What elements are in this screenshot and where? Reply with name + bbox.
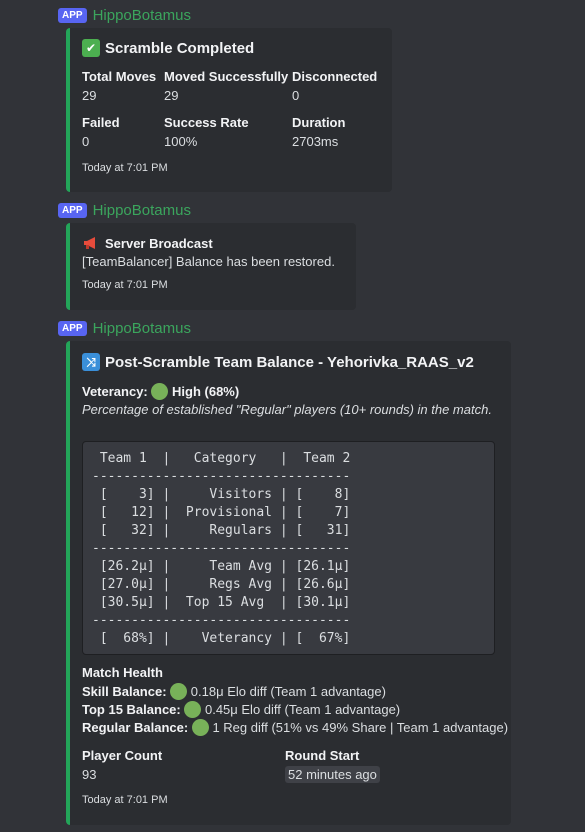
check-icon: ✔ [82, 39, 100, 57]
embed-title: Server Broadcast [82, 234, 213, 252]
field-value: 29 [82, 88, 97, 103]
field-disconnected: Disconnected 0 [292, 69, 377, 103]
embed-footer-timestamp: Today at 7:01 PM [82, 162, 168, 174]
message-header: APP HippoBotamus [58, 5, 191, 25]
field-name: Duration [292, 115, 346, 130]
health-value: 1 Reg diff (51% vs 49% Share | Team 1 ad… [212, 720, 509, 735]
app-badge: APP [58, 7, 87, 23]
code-line: Team 1 | Category | Team 2 [92, 451, 351, 466]
embed-footer-timestamp: Today at 7:01 PM [82, 279, 168, 291]
embed-description: [TeamBalancer] Balance has been restored… [82, 254, 335, 269]
code-line: [ 32] | Regulars | [ 31] [92, 523, 351, 538]
field-value: 93 [82, 767, 97, 782]
code-line: --------------------------------- [92, 469, 351, 484]
green-circle-icon [170, 683, 188, 700]
author-name[interactable]: HippoBotamus [93, 320, 191, 337]
field-value: 52 minutes ago [285, 766, 380, 783]
field-duration: Duration 2703ms [292, 115, 345, 149]
field-total-moves: Total Moves 29 [82, 69, 156, 103]
scramble-embed: ✔ Scramble Completed Total Moves 29 Move… [66, 28, 392, 192]
veterancy-line: Veterancy: High (68%) [82, 383, 239, 400]
health-label: Top 15 Balance: [82, 702, 181, 717]
field-name: Disconnected [292, 69, 378, 84]
app-badge: APP [58, 320, 87, 336]
code-line: [30.5μ] | Top 15 Avg | [30.1μ] [92, 595, 351, 610]
code-line: [ 68%] | Veterancy | [ 67%] [92, 631, 351, 646]
embed-title-text: Post-Scramble Team Balance - Yehorivka_R… [105, 353, 474, 371]
embed-title-text: Server Broadcast [105, 235, 213, 251]
message-1: APP HippoBotamus ✔ Scramble Completed To… [58, 5, 392, 192]
embed-footer-timestamp: Today at 7:01 PM [82, 794, 168, 806]
author-name[interactable]: HippoBotamus [93, 202, 191, 219]
message-header: APP HippoBotamus [58, 200, 191, 220]
green-circle-icon [191, 719, 209, 736]
app-badge: APP [58, 202, 87, 218]
health-value: 0.18μ Elo diff (Team 1 advantage) [190, 684, 386, 699]
embed-title-text: Scramble Completed [105, 39, 255, 57]
green-circle-icon [184, 701, 202, 718]
field-name: Success Rate [164, 115, 249, 130]
author-name[interactable]: HippoBotamus [93, 7, 191, 24]
message-2: APP HippoBotamus Server Broadcast [TeamB… [58, 200, 356, 310]
field-name: Failed [82, 115, 120, 130]
code-line: [ 12] | Provisional | [ 7] [92, 505, 351, 520]
field-failed: Failed 0 [82, 115, 120, 149]
field-value: 29 [164, 88, 179, 103]
field-value: 2703ms [292, 134, 339, 149]
field-round-start: Round Start 52 minutes ago [285, 748, 380, 783]
field-value: 0 [82, 134, 90, 149]
code-line: [27.0μ] | Regs Avg | [26.6μ] [92, 577, 351, 592]
veterancy-label: Veterancy: [82, 384, 148, 399]
embed-title: ⤨ Post-Scramble Team Balance - Yehorivka… [82, 353, 474, 371]
field-name: Player Count [82, 748, 163, 763]
field-moved-successfully: Moved Successfully 29 [164, 69, 288, 103]
balance-code-block: Team 1 | Category | Team 2 --------------… [82, 441, 495, 655]
shuffle-icon: ⤨ [82, 353, 100, 371]
field-success-rate: Success Rate 100% [164, 115, 249, 149]
megaphone-icon [82, 234, 100, 252]
code-line: --------------------------------- [92, 541, 351, 556]
health-value: 0.45μ Elo diff (Team 1 advantage) [204, 702, 401, 717]
green-circle-icon [151, 383, 169, 400]
veterancy-note: Percentage of established "Regular" play… [82, 402, 492, 417]
relative-timestamp[interactable]: 52 minutes ago [285, 766, 380, 783]
message-header: APP HippoBotamus [58, 318, 191, 338]
field-value: 100% [164, 134, 198, 149]
health-regular-balance: Regular Balance: 1 Reg diff (51% vs 49% … [82, 719, 508, 736]
match-health-title: Match Health [82, 665, 163, 680]
field-player-count: Player Count 93 [82, 748, 162, 782]
health-skill-balance: Skill Balance: 0.18μ Elo diff (Team 1 ad… [82, 683, 386, 700]
embed-title: ✔ Scramble Completed [82, 39, 254, 57]
field-name: Total Moves [82, 69, 157, 84]
field-name: Moved Successfully [164, 69, 289, 84]
field-value: 0 [292, 88, 300, 103]
code-line: [26.2μ] | Team Avg | [26.1μ] [92, 559, 351, 574]
broadcast-embed: Server Broadcast [TeamBalancer] Balance … [66, 223, 356, 310]
veterancy-value: High (68%) [172, 384, 240, 399]
code-line: [ 3] | Visitors | [ 8] [92, 487, 351, 502]
health-label: Skill Balance: [82, 684, 167, 699]
balance-embed: ⤨ Post-Scramble Team Balance - Yehorivka… [66, 341, 511, 825]
health-top15-balance: Top 15 Balance: 0.45μ Elo diff (Team 1 a… [82, 701, 400, 718]
field-name: Round Start [285, 748, 360, 763]
code-line: --------------------------------- [92, 613, 351, 628]
message-3: APP HippoBotamus ⤨ Post-Scramble Team Ba… [58, 318, 511, 825]
health-label: Regular Balance: [82, 720, 189, 735]
